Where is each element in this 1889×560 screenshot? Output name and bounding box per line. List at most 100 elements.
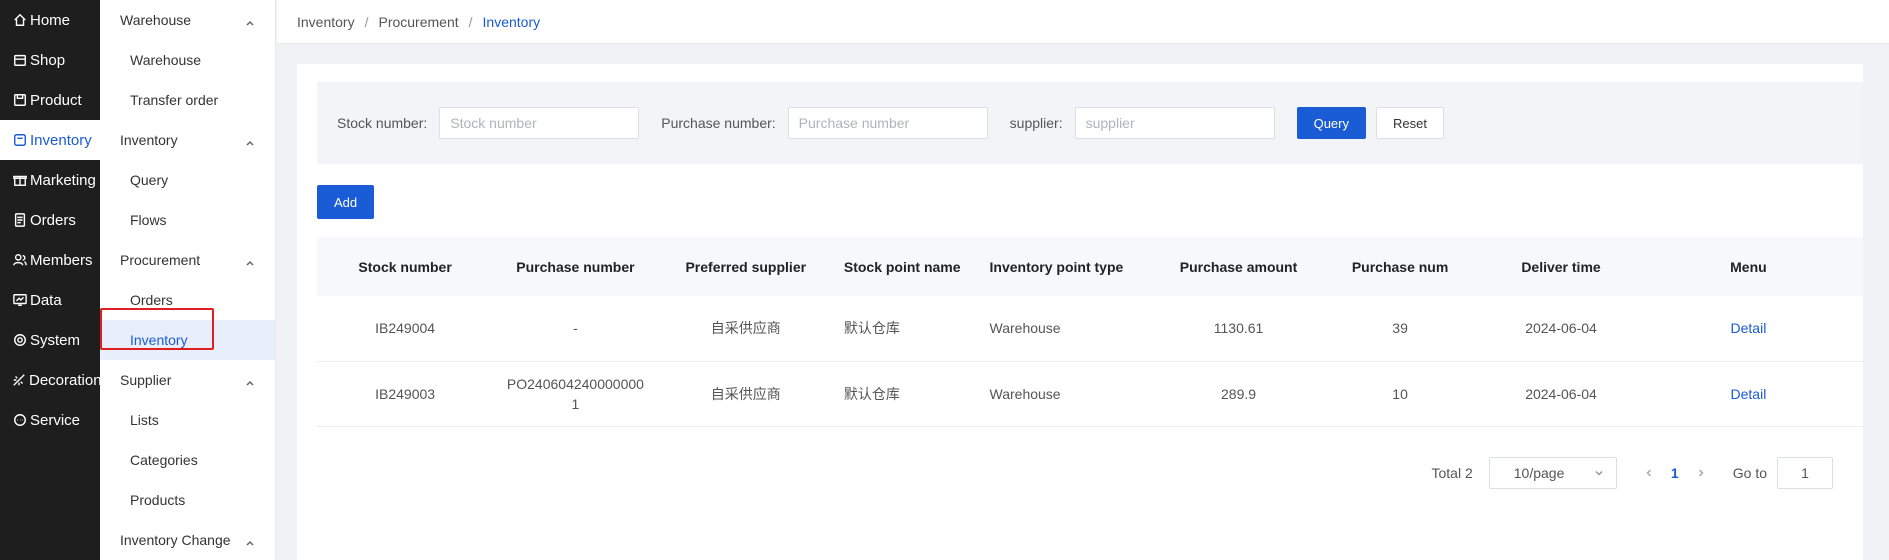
query-button[interactable]: Query	[1296, 107, 1366, 139]
nav-item-shop[interactable]: Shop	[0, 40, 100, 80]
breadcrumb: Inventory / Procurement / Inventory	[277, 0, 1889, 44]
breadcrumb-current: Inventory	[482, 13, 541, 30]
sidebar-item-query[interactable]: Query	[100, 160, 275, 200]
group-inventory[interactable]: Inventory	[100, 120, 275, 160]
nav-label: Inventory	[30, 131, 92, 149]
detail-link[interactable]: Detail	[1731, 320, 1767, 336]
supplier-input[interactable]	[1074, 107, 1275, 139]
nav-label: Marketing	[30, 171, 96, 189]
add-button[interactable]: Add	[317, 185, 375, 219]
sidebar-item-label: Inventory	[130, 332, 188, 348]
sidebar-item-categories[interactable]: Categories	[100, 440, 275, 480]
table-cell: Detail	[1633, 296, 1863, 362]
nav-label: Data	[30, 291, 62, 309]
breadcrumb-item[interactable]: Inventory	[297, 14, 355, 30]
primary-nav: Home Shop Product Inventory Marketing Or…	[0, 0, 102, 560]
nav-item-service[interactable]: Service	[0, 400, 100, 440]
table-cell: IB249004	[317, 296, 494, 362]
group-label: Supplier	[120, 372, 172, 388]
group-label: Inventory	[120, 132, 178, 148]
table-header-row: Stock number Purchase number Preferred s…	[317, 237, 1863, 296]
table-cell: Warehouse	[979, 296, 1166, 362]
column-header: Menu	[1633, 237, 1863, 296]
sidebar-item-orders[interactable]: Orders	[100, 280, 275, 320]
breadcrumb-separator: /	[468, 13, 473, 30]
nav-item-decoration[interactable]: Decoration	[0, 360, 102, 400]
nav-item-system[interactable]: System	[0, 320, 100, 360]
table-cell: 289.9	[1165, 361, 1312, 427]
table-cell: 1130.61	[1165, 296, 1312, 362]
total-count: Total 2	[1431, 465, 1473, 481]
sidebar-item-warehouse[interactable]: Warehouse	[100, 40, 275, 80]
sidebar-item-procurement-inventory[interactable]: Inventory	[100, 308, 275, 360]
filter-bar: Stock number: Purchase number: supplier:…	[317, 82, 1863, 164]
stock-number-input[interactable]	[439, 107, 640, 139]
column-header: Deliver time	[1488, 237, 1634, 296]
prev-page-icon[interactable]	[1637, 468, 1661, 478]
product-icon	[12, 93, 27, 108]
orders-icon	[12, 213, 27, 228]
table-cell: 10	[1311, 361, 1489, 427]
nav-label: Product	[30, 91, 82, 109]
table-cell: 默认仓库	[833, 296, 980, 362]
sidebar-item-lists[interactable]: Lists	[100, 400, 275, 440]
nav-label: Service	[30, 411, 81, 429]
table-cell: 39	[1311, 296, 1489, 362]
nav-item-members[interactable]: Members	[0, 240, 100, 280]
nav-item-inventory[interactable]: Inventory	[0, 120, 100, 160]
content-card: Stock number: Purchase number: supplier:…	[297, 64, 1863, 560]
detail-link[interactable]: Detail	[1731, 386, 1767, 402]
next-page-icon[interactable]	[1689, 468, 1713, 478]
sidebar-item-flows[interactable]: Flows	[100, 200, 275, 240]
table-cell: -	[493, 296, 658, 362]
group-procurement[interactable]: Procurement	[100, 240, 275, 280]
data-icon	[12, 293, 27, 308]
chevron-up-icon	[245, 535, 255, 546]
nav-item-orders[interactable]: Orders	[0, 200, 100, 240]
column-header: Stock point name	[833, 237, 980, 296]
table-cell: 默认仓库	[833, 361, 980, 427]
nav-label: Members	[30, 251, 93, 269]
table-cell: 2024-06-04	[1488, 361, 1634, 427]
reset-button[interactable]: Reset	[1376, 107, 1444, 139]
gift-icon	[12, 173, 27, 188]
nav-label: Orders	[30, 211, 76, 229]
table-cell: Warehouse	[979, 361, 1166, 427]
stock-number-label: Stock number:	[337, 115, 428, 131]
chevron-down-icon	[1594, 465, 1604, 481]
group-label: Inventory Change	[120, 532, 231, 548]
chevron-up-icon	[245, 15, 255, 26]
nav-item-marketing[interactable]: Marketing	[0, 160, 100, 200]
table-cell: PO2406042400000001	[493, 361, 658, 427]
table-cell: IB249003	[317, 361, 494, 427]
home-icon	[12, 13, 27, 28]
group-warehouse[interactable]: Warehouse	[100, 0, 275, 40]
inventory-icon	[12, 133, 27, 148]
column-header: Purchase number	[493, 237, 658, 296]
group-inventory-change[interactable]: Inventory Change	[100, 520, 275, 560]
chevron-up-icon	[245, 375, 255, 386]
decoration-icon	[12, 373, 26, 388]
nav-item-product[interactable]: Product	[0, 80, 100, 120]
table-row: IB249003 PO2406042400000001 自采供应商 默认仓库 W…	[317, 361, 1863, 427]
nav-label: Home	[30, 11, 71, 29]
sidebar-item-transfer-order[interactable]: Transfer order	[100, 80, 275, 120]
page-size-value: 10/page	[1513, 465, 1565, 481]
page-number[interactable]: 1	[1661, 465, 1689, 481]
column-header: Inventory point type	[979, 237, 1166, 296]
chevron-up-icon	[245, 135, 255, 146]
purchase-number-input[interactable]	[787, 107, 988, 139]
breadcrumb-item[interactable]: Procurement	[378, 14, 458, 30]
page-size-select[interactable]: 10/page	[1488, 457, 1617, 489]
breadcrumb-separator: /	[364, 13, 369, 30]
chevron-up-icon	[245, 255, 255, 266]
column-header: Purchase num	[1311, 237, 1489, 296]
nav-item-home[interactable]: Home	[0, 0, 100, 40]
nav-item-data[interactable]: Data	[0, 280, 100, 320]
goto-page-input[interactable]	[1777, 457, 1833, 489]
secondary-sidebar: Warehouse Warehouse Transfer order Inven…	[100, 0, 276, 560]
table-cell: 自采供应商	[657, 296, 834, 362]
group-supplier[interactable]: Supplier	[100, 360, 275, 400]
nav-label: Decoration	[29, 371, 102, 389]
sidebar-item-products[interactable]: Products	[100, 480, 275, 520]
